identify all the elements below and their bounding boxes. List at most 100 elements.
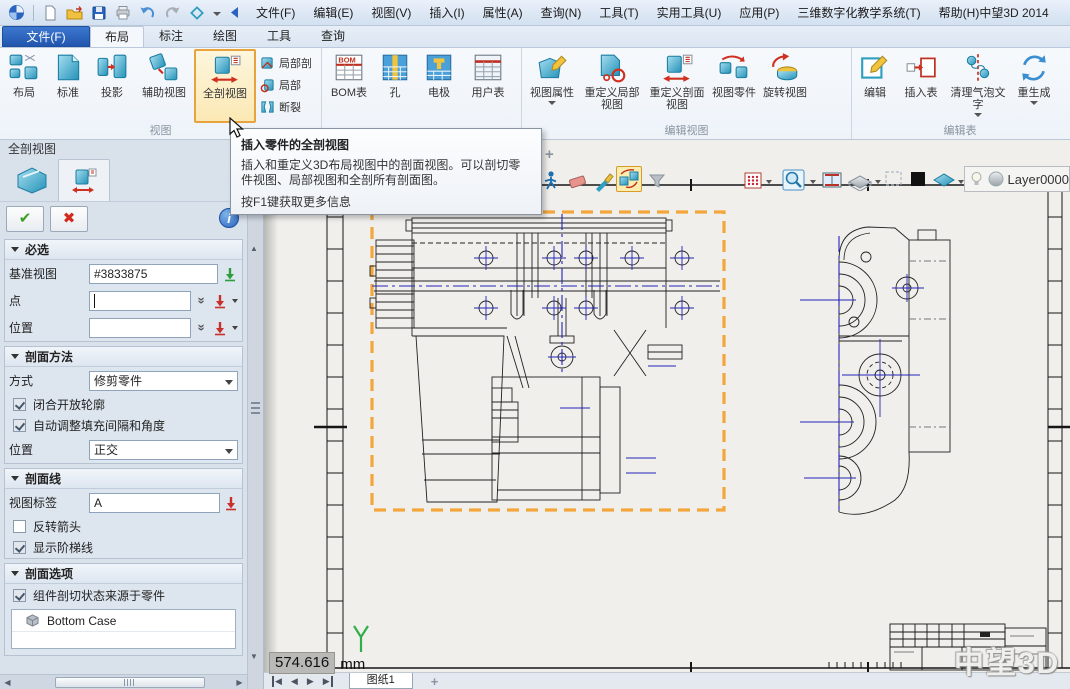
flip-arrow-checkbox[interactable]: [13, 520, 26, 533]
sphere-icon[interactable]: [987, 170, 1005, 188]
pick-red-icon[interactable]: [224, 495, 238, 511]
bulb-icon[interactable]: [969, 170, 984, 188]
partial-section-button[interactable]: 局部剖: [258, 53, 314, 73]
expand-chevron-icon[interactable]: »: [195, 294, 210, 308]
dropdown-icon[interactable]: [1030, 101, 1038, 105]
tab-drawing[interactable]: 绘图: [198, 26, 252, 47]
layer-wedge-icon[interactable]: [932, 172, 956, 188]
qat-dropdown-icon[interactable]: [213, 12, 221, 16]
position-input[interactable]: [89, 318, 191, 338]
new-file-icon[interactable]: [42, 5, 58, 21]
view-part-button[interactable]: 视图零件: [710, 49, 758, 123]
section-header[interactable]: 必选: [5, 240, 242, 260]
filter-icon[interactable]: [647, 172, 667, 190]
point-input[interactable]: [89, 291, 191, 311]
projection-button[interactable]: 投影: [90, 49, 134, 123]
eraser-icon[interactable]: [567, 174, 589, 190]
menu-tools[interactable]: 工具(T): [599, 4, 638, 21]
walker-escape-icon[interactable]: [541, 170, 561, 192]
dropdown-icon[interactable]: [810, 180, 816, 184]
print-icon[interactable]: [115, 5, 131, 20]
expand-chevron-icon[interactable]: »: [195, 321, 210, 335]
menu-inquire[interactable]: 查询(N): [541, 4, 582, 21]
insert-table-button[interactable]: 插入表: [896, 49, 946, 123]
add-sheet-icon[interactable]: +: [431, 674, 439, 689]
user-table-button[interactable]: 用户表: [462, 49, 514, 123]
splitter-grip[interactable]: [251, 402, 260, 416]
menu-help[interactable]: 帮助(H): [939, 4, 980, 21]
clean-balloon-text-button[interactable]: 清理气泡文字: [946, 49, 1010, 123]
show-step-checkbox[interactable]: [13, 541, 26, 554]
section-clip-icon[interactable]: [821, 170, 843, 190]
dropdown-icon[interactable]: [548, 101, 556, 105]
assembly-highlight-icon[interactable]: [616, 166, 642, 192]
dropdown-icon[interactable]: [875, 180, 881, 184]
tab-3d-layout[interactable]: [6, 159, 58, 201]
section-header[interactable]: 剖面选项: [5, 564, 242, 584]
scroll-right-icon[interactable]: ▶: [232, 676, 247, 689]
layout-button[interactable]: 布局: [2, 49, 46, 123]
menu-utilities[interactable]: 实用工具(U): [657, 4, 722, 21]
auto-adjust-checkbox[interactable]: [13, 419, 26, 432]
menu-attributes[interactable]: 属性(A): [483, 4, 523, 21]
edit-table-button[interactable]: 编辑: [854, 49, 896, 123]
scroll-down-icon[interactable]: ▼: [250, 652, 258, 661]
view-attributes-button[interactable]: 视图属性: [524, 49, 580, 123]
zoom-search-icon[interactable]: [781, 167, 807, 193]
pick-options-dropdown-icon[interactable]: [232, 299, 238, 303]
color-swatch-black-icon[interactable]: [909, 170, 927, 188]
menu-edit[interactable]: 编辑(E): [313, 4, 353, 21]
scroll-left-icon[interactable]: ◀: [0, 676, 15, 689]
tab-full-section[interactable]: [58, 159, 110, 201]
electrode-table-button[interactable]: 电极: [416, 49, 462, 123]
tab-tools[interactable]: 工具: [252, 26, 306, 47]
detail-view-button[interactable]: 局部: [258, 75, 314, 95]
last-sheet-icon[interactable]: ▶: [323, 676, 333, 687]
view-tag-input[interactable]: A: [89, 493, 220, 513]
menu-view[interactable]: 视图(V): [371, 4, 411, 21]
part-list-item[interactable]: Bottom Case: [12, 610, 235, 632]
prev-sheet-icon[interactable]: ◀: [291, 676, 298, 687]
grid-points-icon[interactable]: [743, 170, 763, 190]
marquee-icon[interactable]: [884, 170, 904, 188]
menu-insert[interactable]: 插入(I): [429, 4, 464, 21]
base-view-input[interactable]: #3833875: [89, 264, 218, 284]
standard-view-button[interactable]: 标准: [46, 49, 90, 123]
redefine-detail-view-button[interactable]: 重定义局部视图: [580, 49, 644, 123]
menu-file[interactable]: 文件(F): [256, 4, 295, 21]
closed-profile-checkbox[interactable]: [13, 398, 26, 411]
pick-green-icon[interactable]: [222, 266, 238, 282]
tab-inquire[interactable]: 查询: [306, 26, 360, 47]
ok-button[interactable]: ✔: [6, 206, 44, 232]
next-sheet-icon[interactable]: ▶: [307, 676, 314, 687]
section-header[interactable]: 剖面方法: [5, 347, 242, 367]
scrollbar-thumb[interactable]: [55, 677, 205, 688]
panel-horizontal-scrollbar[interactable]: ◀ ▶: [0, 674, 247, 689]
pick-options-dropdown-icon[interactable]: [232, 326, 238, 330]
location-select[interactable]: 正交: [89, 440, 238, 460]
open-file-icon[interactable]: [66, 5, 83, 20]
pick-red-icon[interactable]: [213, 320, 227, 336]
layer-selector[interactable]: Layer0000: [964, 166, 1070, 192]
menu-teaching-system[interactable]: 三维数字化教学系统(T): [797, 4, 920, 21]
full-section-view-button[interactable]: 全剖视图: [194, 49, 256, 123]
auxiliary-view-button[interactable]: 辅助视图: [134, 49, 194, 123]
collapse-icon[interactable]: [229, 6, 240, 19]
bom-table-button[interactable]: BOM BOM表: [324, 49, 374, 123]
section-header[interactable]: 剖面线: [5, 469, 242, 489]
first-sheet-icon[interactable]: ◀: [272, 676, 282, 687]
dropdown-icon[interactable]: [766, 180, 772, 184]
undo-icon[interactable]: [139, 5, 156, 20]
plus-icon[interactable]: +: [545, 146, 554, 163]
zoom-fit-icon[interactable]: [189, 5, 205, 21]
tab-annotation[interactable]: 标注: [144, 26, 198, 47]
display-mode-icon[interactable]: [847, 171, 873, 191]
redefine-section-view-button[interactable]: 重定义剖面视图: [644, 49, 710, 123]
broken-view-button[interactable]: 断裂: [258, 97, 314, 117]
cancel-button[interactable]: ✖: [50, 206, 88, 232]
mode-select[interactable]: 修剪零件: [89, 371, 238, 391]
state-from-part-checkbox[interactable]: [13, 589, 26, 602]
scroll-up-icon[interactable]: ▲: [250, 244, 258, 253]
regenerate-button[interactable]: 重生成: [1010, 49, 1058, 123]
pick-red-icon[interactable]: [213, 293, 227, 309]
